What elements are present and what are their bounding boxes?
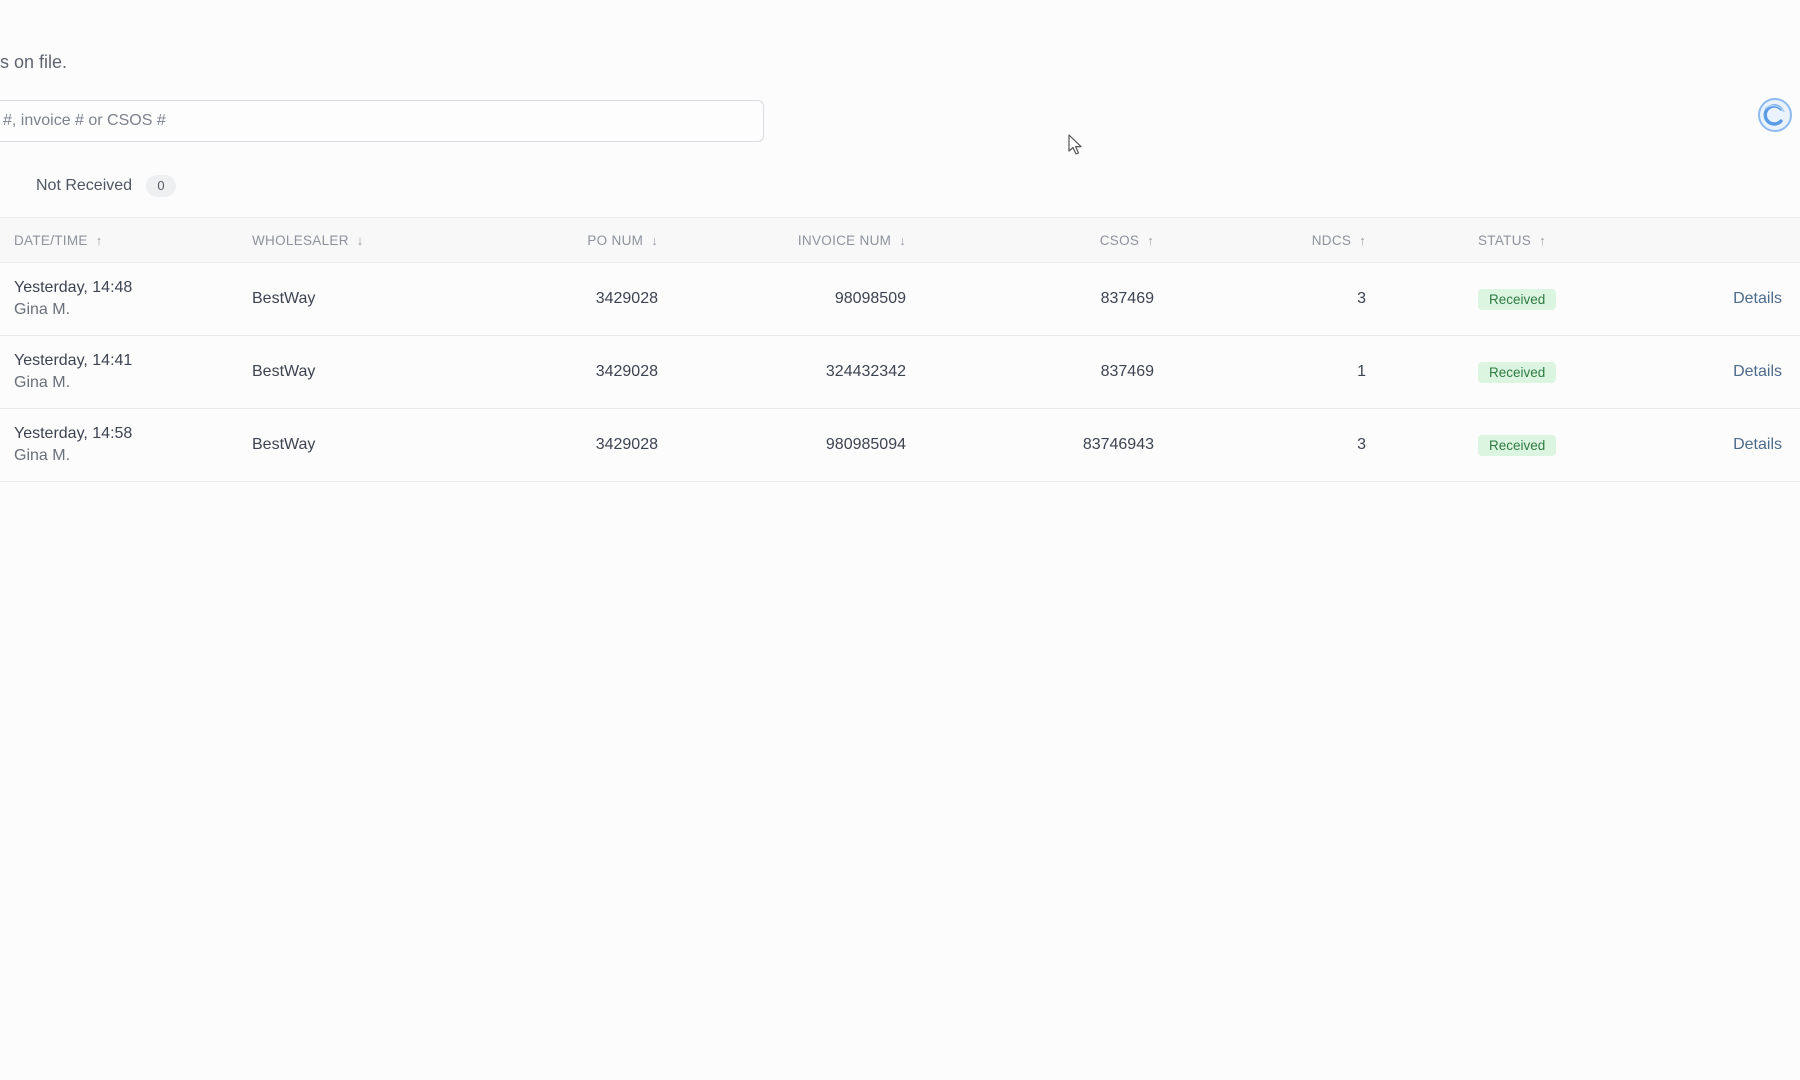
table-row: Yesterday, 14:41 Gina M. BestWay 3429028…: [0, 336, 1800, 409]
brand-logo-icon[interactable]: [1757, 97, 1793, 133]
sort-arrow-icon: ↓: [899, 233, 906, 248]
status-badge: Received: [1478, 434, 1557, 456]
receipts-table: DATE/TIME ↑ WHOLESALER ↓ PO NUM ↓ INVOIC…: [0, 217, 1800, 482]
csos-cell: 837469: [1100, 290, 1154, 307]
invoice-num-cell: 980985094: [825, 436, 906, 453]
page-subtitle: s on file.: [0, 52, 68, 72]
column-header-label: STATUS: [1478, 233, 1532, 248]
column-header-ndcs[interactable]: NDCS ↑: [1220, 218, 1366, 264]
csos-cell: 837469: [1100, 363, 1154, 380]
wholesaler-cell: BestWay: [252, 290, 316, 307]
wholesaler-cell: BestWay: [252, 436, 316, 453]
sort-arrow-icon: ↓: [356, 233, 364, 248]
status-cell: Received: [1478, 263, 1628, 335]
sort-arrow-icon: ↑: [1359, 233, 1366, 248]
count-badge: 0: [146, 175, 177, 197]
sort-arrow-icon: ↑: [95, 233, 103, 248]
action-cell: Details: [1700, 263, 1782, 335]
page: s on file. Not Received 0 DATE/TIME ↑ WH…: [0, 0, 1800, 1080]
datetime-cell: Yesterday, 14:48 Gina M.: [14, 263, 214, 335]
received-time: Yesterday, 14:58: [14, 425, 133, 442]
po-num-cell: 3429028: [595, 363, 658, 380]
ndcs-cell: 3: [1357, 436, 1366, 453]
action-cell: Details: [1700, 336, 1782, 408]
sort-arrow-icon: ↓: [651, 233, 658, 248]
column-header-datetime[interactable]: DATE/TIME ↑: [14, 218, 214, 264]
invoice-num-cell: 324432342: [825, 363, 906, 380]
table-row: Yesterday, 14:48 Gina M. BestWay 3429028…: [0, 263, 1800, 336]
ndcs-cell: 3: [1357, 290, 1366, 307]
column-header-wholesaler[interactable]: WHOLESALER ↓: [252, 218, 452, 264]
po-num-cell: 3429028: [595, 290, 658, 307]
column-header-label: DATE/TIME: [14, 233, 88, 248]
filter-tab-not-received[interactable]: Not Received 0: [36, 175, 177, 197]
column-header-status[interactable]: STATUS ↑: [1478, 218, 1628, 264]
received-by-user: Gina M.: [14, 447, 71, 464]
action-cell: Details: [1700, 409, 1782, 481]
details-link[interactable]: Details: [1733, 363, 1782, 381]
column-header-label: INVOICE NUM: [797, 233, 892, 248]
column-header-label: PO NUM: [587, 233, 644, 248]
column-header-label: NDCS: [1311, 233, 1352, 248]
search-input[interactable]: [0, 101, 763, 141]
received-by-user: Gina M.: [14, 374, 71, 391]
invoice-num-cell: 98098509: [834, 290, 906, 307]
datetime-cell: Yesterday, 14:41 Gina M.: [14, 336, 214, 408]
received-time: Yesterday, 14:48: [14, 279, 133, 296]
po-num-cell: 3429028: [595, 436, 658, 453]
column-header-csos[interactable]: CSOS ↑: [960, 218, 1154, 264]
wholesaler-cell: BestWay: [252, 363, 316, 380]
search-field[interactable]: [0, 100, 764, 142]
column-header-label: CSOS: [1099, 233, 1140, 248]
column-header-label: WHOLESALER: [252, 233, 349, 248]
status-badge: Received: [1478, 288, 1557, 310]
status-badge: Received: [1478, 361, 1557, 383]
filter-tab-label: Not Received: [36, 177, 133, 194]
details-link[interactable]: Details: [1733, 436, 1782, 454]
table-header: DATE/TIME ↑ WHOLESALER ↓ PO NUM ↓ INVOIC…: [0, 217, 1800, 263]
status-cell: Received: [1478, 409, 1628, 481]
table-row: Yesterday, 14:58 Gina M. BestWay 3429028…: [0, 409, 1800, 482]
ndcs-cell: 1: [1357, 363, 1366, 380]
column-header-po-num[interactable]: PO NUM ↓: [520, 218, 658, 264]
sort-arrow-icon: ↑: [1147, 233, 1154, 248]
csos-cell: 83746943: [1082, 436, 1154, 453]
sort-arrow-icon: ↑: [1539, 233, 1546, 248]
mouse-cursor-icon: [1068, 134, 1082, 155]
column-header-invoice-num[interactable]: INVOICE NUM ↓: [730, 218, 906, 264]
received-by-user: Gina M.: [14, 301, 71, 318]
status-cell: Received: [1478, 336, 1628, 408]
received-time: Yesterday, 14:41: [14, 352, 133, 369]
details-link[interactable]: Details: [1733, 290, 1782, 308]
datetime-cell: Yesterday, 14:58 Gina M.: [14, 409, 214, 481]
